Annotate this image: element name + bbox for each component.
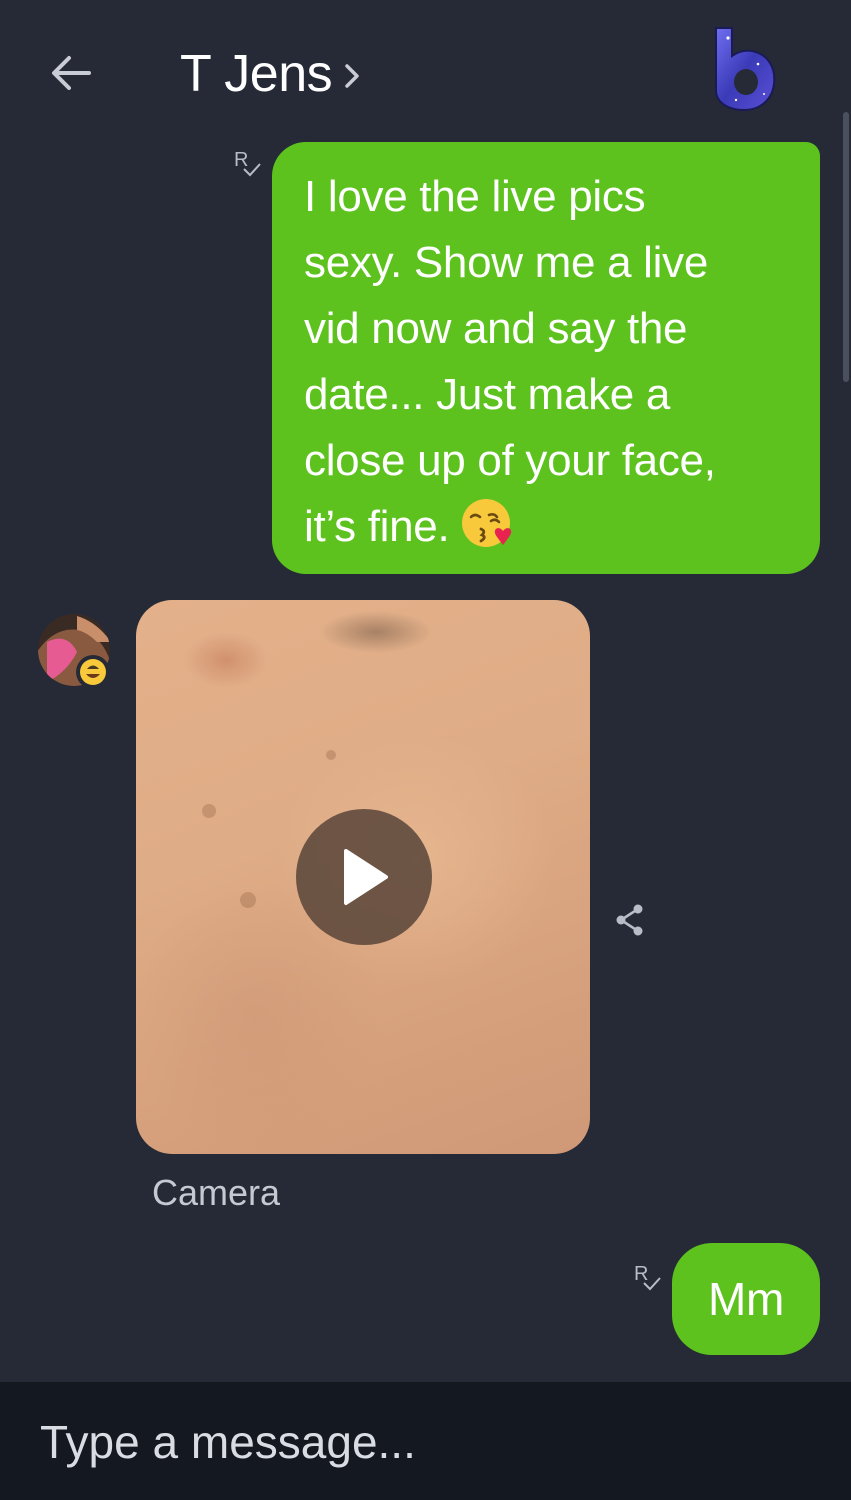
thumbnail-detail — [326, 750, 336, 760]
share-button[interactable] — [610, 900, 650, 940]
message-line-last: it’s fine. — [304, 494, 790, 560]
media-caption: Camera — [152, 1172, 281, 1213]
message-line: vid now and say the — [304, 304, 688, 353]
message-line: sexy. Show me a live — [304, 238, 709, 287]
thumbnail-detail — [240, 892, 256, 908]
outgoing-message-bubble[interactable]: I love the live pics sexy. Show me a liv… — [272, 142, 820, 574]
message-line: I love the live pics — [304, 172, 646, 221]
outgoing-message-bubble[interactable]: Mm — [672, 1243, 820, 1355]
message-text: Mm — [707, 1273, 785, 1325]
message-line: close up of your face, — [304, 436, 716, 485]
play-icon — [344, 849, 388, 905]
back-button[interactable] — [44, 46, 98, 100]
chevron-right-icon — [345, 64, 359, 88]
arrow-left-icon — [52, 56, 91, 90]
message-composer — [0, 1382, 851, 1500]
read-receipt-icon: R — [234, 150, 264, 180]
thumbnail-detail — [202, 804, 216, 818]
b-logo-icon[interactable] — [706, 24, 782, 114]
contact-name: T Jens — [180, 45, 333, 103]
message-line: date... Just make a — [304, 370, 671, 419]
contact-name-button[interactable]: T Jens — [180, 44, 360, 104]
face-blowing-a-kiss-icon — [462, 499, 512, 548]
scrollbar[interactable] — [843, 112, 849, 382]
message-input[interactable] — [40, 1410, 800, 1474]
video-thumbnail[interactable] — [136, 600, 590, 1154]
share-icon — [616, 904, 643, 936]
play-button[interactable] — [296, 809, 432, 945]
read-receipt-icon: R — [634, 1264, 664, 1294]
conversation-header: T Jens — [0, 0, 851, 140]
contact-avatar[interactable] — [37, 612, 113, 692]
